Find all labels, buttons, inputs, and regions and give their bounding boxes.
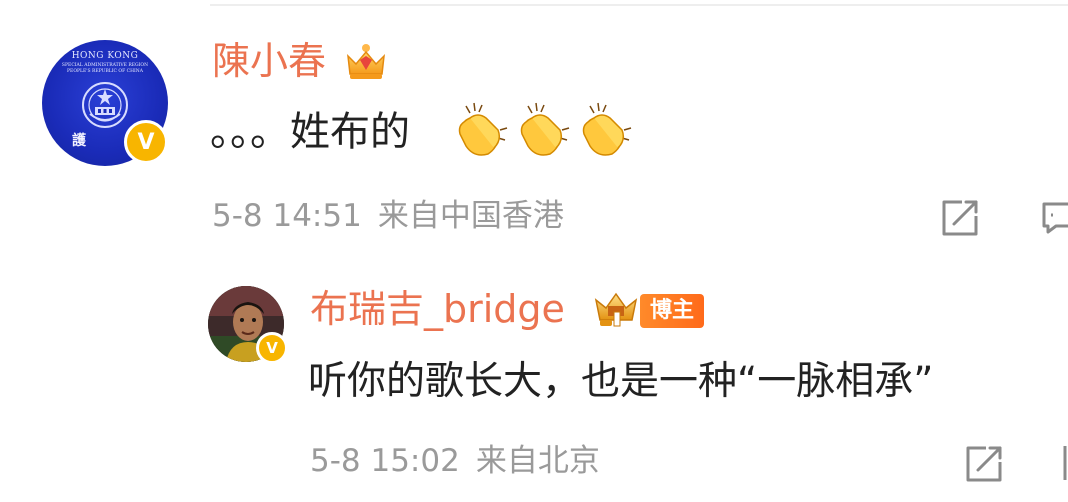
- reply-text: 听你的歌长大，也是一种“一脉相承”: [308, 359, 934, 404]
- comment-icon[interactable]: [1040, 200, 1068, 236]
- share-icon[interactable]: [964, 444, 1004, 484]
- verified-icon: V: [256, 332, 288, 364]
- reply-username[interactable]: 布瑞吉_bridge: [310, 290, 565, 328]
- clapping-hands-icon: [520, 102, 570, 156]
- avatar-text-line1: HONG KONG: [71, 51, 139, 61]
- crown-icon: [594, 292, 638, 327]
- verified-icon: V: [124, 120, 168, 164]
- avatar-text-line3: PEOPLE'S REPUBLIC OF CHINA: [67, 69, 143, 74]
- reply-timestamp: 5-8 15:02: [310, 443, 460, 479]
- crown-icon: [347, 44, 385, 79]
- avatar-text-line4: 護: [72, 133, 86, 149]
- clapping-hands-icon: [582, 102, 632, 156]
- comment-location: 来自中国香港: [377, 198, 564, 234]
- avatar-text-line2: SPECIAL ADMINISTRATIVE REGION: [61, 63, 149, 68]
- comment-icon[interactable]: [1062, 444, 1068, 484]
- share-icon[interactable]: [940, 198, 980, 238]
- comment-meta: 5-8 14:51 来自中国香港: [212, 201, 564, 232]
- clapping-hands-icon: [458, 102, 508, 156]
- reply-meta: 5-8 15:02 来自北京: [310, 446, 600, 477]
- comment-timestamp: 5-8 14:51: [212, 198, 362, 234]
- comment-text: 。。。姓布的: [210, 109, 410, 155]
- national-emblem-icon: [82, 82, 128, 128]
- reply-location: 来自北京: [475, 443, 600, 479]
- comment-username[interactable]: 陳小春: [212, 42, 326, 80]
- blogger-badge: 博主: [640, 294, 705, 328]
- top-divider: [210, 4, 1068, 6]
